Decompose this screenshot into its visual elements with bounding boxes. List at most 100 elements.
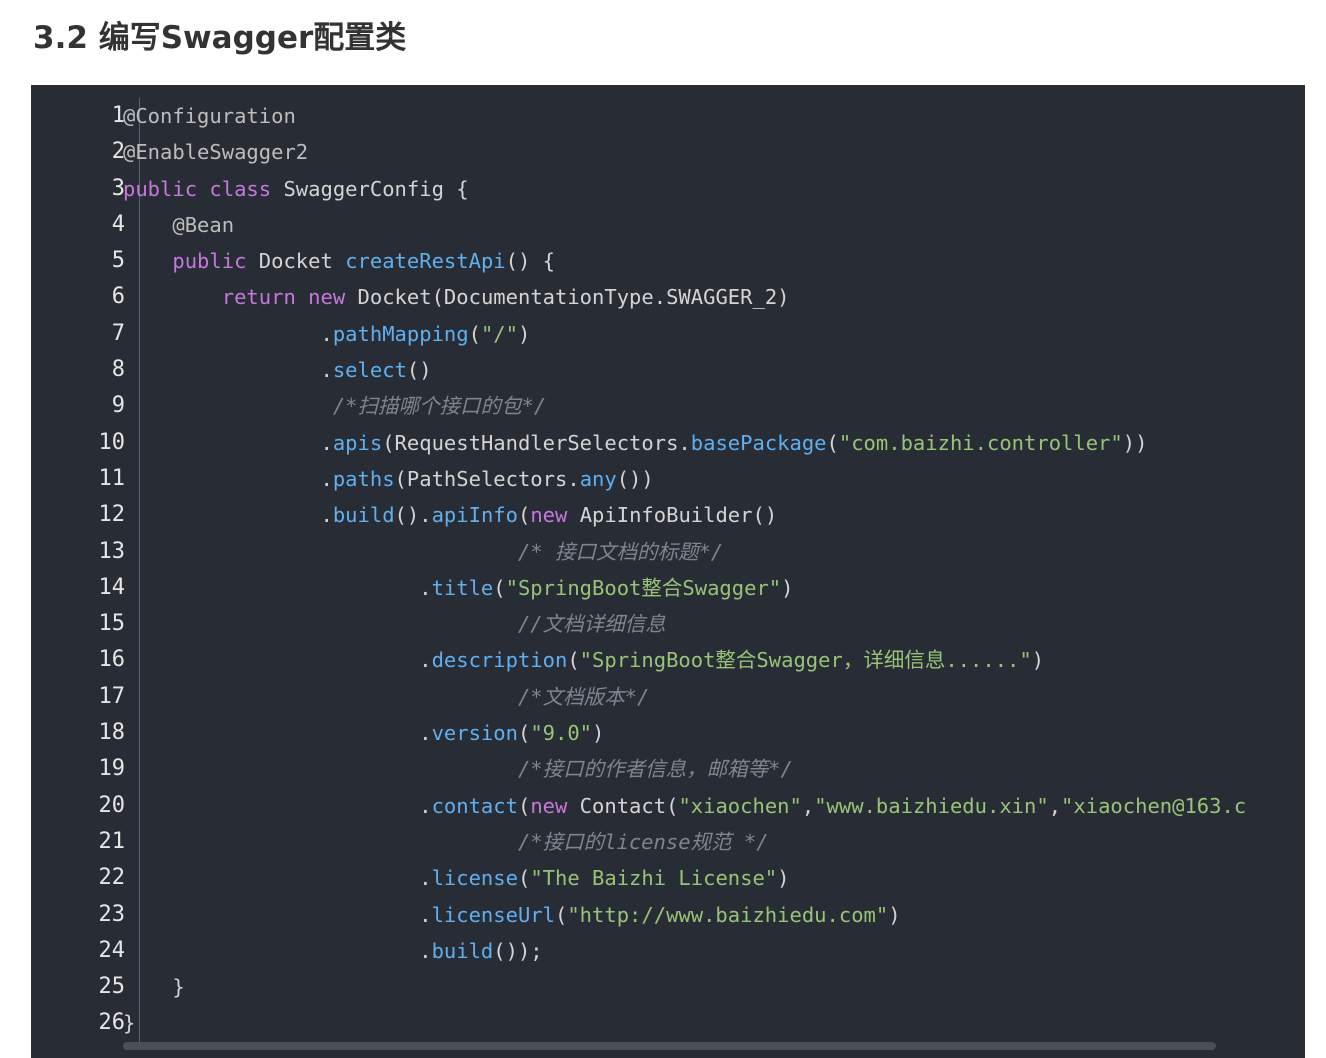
code-token: ) [888,902,901,927]
code-token: ( [826,430,839,455]
code-token: title [431,575,494,600]
horizontal-scrollbar[interactable] [123,1042,1216,1050]
code-line: } [123,1005,1305,1041]
code-token: createRestApi [345,249,506,274]
code-line: .apis(RequestHandlerSelectors.basePackag… [123,425,1305,461]
code-token: "SpringBoot整合Swagger，详细信息......" [579,648,1032,673]
code-token: /*接口的license规范 */ [517,829,769,854]
code-line: .build().apiInfo(new ApiInfoBuilder() [123,497,1305,533]
code-token: license [431,866,518,891]
code-line: /*接口的作者信息，邮箱等*/ [123,751,1305,787]
code-token: "9.0" [530,721,593,746]
code-token: . [123,866,432,891]
code-token: return [221,285,296,310]
code-token: ( [493,575,506,600]
code-token: /*扫描哪个接口的包*/ [332,394,547,419]
code-token: any [579,466,617,491]
code-token: ( [517,793,531,818]
code-token: ) [777,866,790,891]
code-line: .version("9.0") [123,715,1305,751]
code-token: . [123,321,333,346]
code-token: "xiaochen" [678,793,802,818]
code-token: apiInfo [431,503,518,528]
code-token: paths [332,466,395,491]
code-line: public class SwaggerConfig { [123,171,1305,207]
code-token: , [801,793,815,818]
code-token: class [209,176,272,201]
code-token: . [123,503,333,528]
code-token: @Bean [172,212,235,237]
code-token: ( [517,721,531,746]
code-token: ) [781,575,794,600]
code-line: /* 接口文档的标题*/ [123,534,1305,570]
code-token: (). [394,503,432,528]
code-token: } [123,1011,136,1036]
code-token: (PathSelectors. [394,466,580,491]
code-token: "http://www.baizhiedu.com" [567,902,889,927]
code-token: ) [1031,648,1045,673]
code-line: .licenseUrl("http://www.baizhiedu.com") [123,897,1305,933]
code-token: ( [567,648,580,673]
code-token: SwaggerConfig { [271,176,469,201]
code-token: . [123,721,432,746]
code-line: .contact(new Contact("xiaochen","www.bai… [123,788,1305,824]
code-token: Docket [246,249,346,274]
code-token: /* 接口文档的标题*/ [517,539,724,564]
code-token: description [431,648,568,673]
code-token: ( [554,902,568,927]
code-token: ()); [493,938,543,963]
code-token: . [123,575,432,600]
code-line: .build()); [123,933,1305,969]
code-token: ApiInfoBuilder() [567,503,778,528]
code-line: @Configuration [123,98,1305,134]
code-token: )) [1122,430,1148,455]
code-token: licenseUrl [431,902,555,927]
code-line: } [123,969,1305,1005]
code-line: .license("The Baizhi License") [123,860,1305,896]
code-token: build [332,503,395,528]
code-token: "/" [480,321,518,346]
code-token: . [123,466,333,491]
code-token: @EnableSwagger2 [123,140,309,165]
code-token: . [123,902,432,927]
code-line: //文档详细信息 [123,606,1305,642]
code-token: "The Baizhi License" [530,866,778,891]
code-token: () [406,358,432,383]
code-token: /*接口的作者信息，邮箱等*/ [517,757,793,782]
code-token: (RequestHandlerSelectors. [382,430,691,455]
code-token: //文档详细信息 [517,612,666,637]
code-token: "xiaochen@163.c [1061,793,1247,818]
code-line: @Bean [123,207,1305,243]
code-token: "com.baizhi.controller" [838,430,1123,455]
code-token: ) [517,321,531,346]
code-token: ) [592,721,605,746]
code-line: /*扫描哪个接口的包*/ [123,388,1305,424]
code-token: , [1048,793,1062,818]
code-token: ( [468,321,481,346]
code-token: basePackage [690,430,827,455]
code-token: ()) [616,466,654,491]
code-content: @Configuration @EnableSwagger2 public clas… [123,98,1305,1042]
code-line: public Docket createRestApi() { [123,243,1305,279]
code-token: Contact( [567,793,679,818]
code-line: .select() [123,352,1305,388]
code-line: /*文档版本*/ [123,679,1305,715]
code-token: new [530,793,568,818]
code-token: contact [431,793,518,818]
code-token: . [123,358,333,383]
code-line: .description("SpringBoot整合Swagger，详细信息..… [123,642,1305,678]
code-line: .title("SpringBoot整合Swagger") [123,570,1305,606]
code-token: . [123,430,333,455]
code-token: "SpringBoot整合Swagger" [505,575,782,600]
section-heading: 3.2 编写Swagger配置类 [33,20,407,56]
code-token: ( [517,503,531,528]
